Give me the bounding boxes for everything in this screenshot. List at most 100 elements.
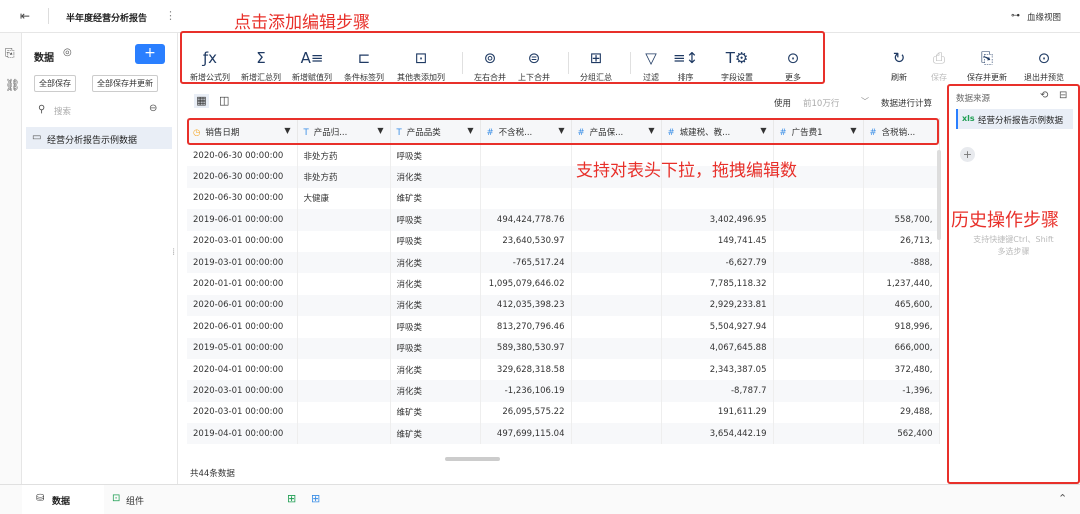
search-input[interactable]: 搜索 xyxy=(54,105,71,117)
table-cell[interactable] xyxy=(297,423,391,445)
lineage-view-link[interactable]: 血缘视图 xyxy=(1027,11,1061,23)
table-cell[interactable]: 2020-03-01 00:00:00 xyxy=(187,230,298,252)
table-cell[interactable]: 3,654,442.19 xyxy=(661,423,774,445)
table-cell[interactable]: 497,699,115.04 xyxy=(480,423,572,445)
table-cell[interactable]: 呼吸类 xyxy=(390,316,481,338)
table-cell[interactable]: 813,270,796.46 xyxy=(480,316,572,338)
table-cell[interactable]: 3,402,496.95 xyxy=(661,209,774,231)
table-cell[interactable] xyxy=(571,316,662,338)
table-cell[interactable]: 2,343,387.05 xyxy=(661,358,774,381)
table-cell[interactable] xyxy=(773,401,864,424)
collapse-up-icon[interactable]: ⌃ xyxy=(1058,492,1067,505)
table-cell[interactable]: 1,095,079,646.02 xyxy=(480,273,572,295)
table-cell[interactable]: 412,035,398.23 xyxy=(480,294,572,317)
table-cell[interactable]: 29,488, xyxy=(863,401,940,424)
table-cell[interactable]: 维矿类 xyxy=(390,401,481,424)
table-cell[interactable] xyxy=(773,209,864,231)
table-cell[interactable]: -888, xyxy=(863,251,940,274)
table-cell[interactable] xyxy=(773,380,864,402)
table-cell[interactable] xyxy=(773,273,864,295)
save-button[interactable]: ⎙ 保存 xyxy=(931,37,947,83)
table-cell[interactable] xyxy=(571,273,662,295)
table-cell[interactable] xyxy=(297,230,391,252)
table-cell[interactable]: 666,000, xyxy=(863,337,940,359)
layout-view-icon[interactable]: ◫ xyxy=(219,94,229,107)
table-cell[interactable]: 消化类 xyxy=(390,251,481,274)
lineage-icon[interactable]: ⊶ xyxy=(1011,11,1020,21)
table-cell[interactable] xyxy=(297,337,391,359)
table-cell[interactable]: 4,067,645.88 xyxy=(661,337,774,359)
table-cell[interactable] xyxy=(571,358,662,381)
data-table-icon[interactable]: ⎘ xyxy=(5,46,15,61)
table-cell[interactable] xyxy=(571,209,662,231)
table-cell[interactable]: 消化类 xyxy=(390,358,481,381)
table-cell[interactable] xyxy=(773,423,864,445)
table-cell[interactable]: 23,640,530.97 xyxy=(480,230,572,252)
table-cell[interactable]: 558,700, xyxy=(863,209,940,231)
table-cell[interactable] xyxy=(661,187,774,210)
dataset-item[interactable]: ▭ 经营分析报告示例数据 xyxy=(26,127,172,149)
table-cell[interactable]: 2019-04-01 00:00:00 xyxy=(187,423,298,445)
save-update-all-button[interactable]: 全部保存并更新 xyxy=(92,75,158,92)
table-cell[interactable]: 2020-03-01 00:00:00 xyxy=(187,380,298,402)
table-cell[interactable]: 2020-06-01 00:00:00 xyxy=(187,316,298,338)
table-cell[interactable]: 非处方药 xyxy=(297,145,391,167)
table-cell[interactable] xyxy=(297,294,391,317)
table-cell[interactable]: 非处方药 xyxy=(297,166,391,188)
table-cell[interactable] xyxy=(480,145,572,167)
table-cell[interactable]: 2020-06-30 00:00:00 xyxy=(187,187,298,210)
table-cell[interactable]: 维矿类 xyxy=(390,187,481,210)
table-cell[interactable] xyxy=(773,230,864,252)
table-cell[interactable]: 消化类 xyxy=(390,273,481,295)
table-cell[interactable] xyxy=(773,358,864,381)
table-cell[interactable]: 465,600, xyxy=(863,294,940,317)
table-cell[interactable]: 1,237,440, xyxy=(863,273,940,295)
table-cell[interactable]: -6,627.79 xyxy=(661,251,774,274)
table-cell[interactable] xyxy=(480,166,572,188)
table-cell[interactable]: 呼吸类 xyxy=(390,145,481,167)
add-component-icon[interactable]: ⊞ xyxy=(311,492,320,505)
table-cell[interactable] xyxy=(297,380,391,402)
table-cell[interactable]: 呼吸类 xyxy=(390,230,481,252)
grid-view-icon[interactable]: ▦ xyxy=(194,94,209,108)
horizontal-scrollbar[interactable] xyxy=(445,457,500,461)
table-cell[interactable]: 2019-06-01 00:00:00 xyxy=(187,209,298,231)
add-dashboard-icon[interactable]: ⊞ xyxy=(287,492,296,505)
table-cell[interactable]: -1,396, xyxy=(863,380,940,402)
tab-data[interactable]: ⛁ 数据 xyxy=(22,485,104,514)
table-cell[interactable]: 918,996, xyxy=(863,316,940,338)
table-cell[interactable]: 2020-01-01 00:00:00 xyxy=(187,273,298,295)
table-cell[interactable]: -1,236,106.19 xyxy=(480,380,572,402)
table-cell[interactable] xyxy=(773,337,864,359)
relation-icon[interactable]: ⛓ xyxy=(5,78,20,92)
table-cell[interactable]: 2020-06-30 00:00:00 xyxy=(187,166,298,188)
table-cell[interactable] xyxy=(571,294,662,317)
table-cell[interactable] xyxy=(571,401,662,424)
table-cell[interactable] xyxy=(571,230,662,252)
table-cell[interactable]: 维矿类 xyxy=(390,423,481,445)
table-cell[interactable] xyxy=(863,166,940,188)
table-cell[interactable]: 149,741.45 xyxy=(661,230,774,252)
save-all-button[interactable]: 全部保存 xyxy=(34,75,76,92)
table-cell[interactable]: 2019-03-01 00:00:00 xyxy=(187,251,298,274)
table-cell[interactable] xyxy=(480,187,572,210)
table-cell[interactable]: 562,400 xyxy=(863,423,940,445)
table-cell[interactable] xyxy=(571,423,662,445)
table-cell[interactable] xyxy=(863,187,940,210)
table-cell[interactable] xyxy=(571,187,662,210)
table-cell[interactable]: 191,611.29 xyxy=(661,401,774,424)
vertical-scrollbar[interactable] xyxy=(937,150,941,240)
table-cell[interactable]: 494,424,778.76 xyxy=(480,209,572,231)
rows-select[interactable]: 前10万行 xyxy=(803,97,839,109)
table-cell[interactable]: 589,380,530.97 xyxy=(480,337,572,359)
table-cell[interactable]: 2020-06-01 00:00:00 xyxy=(187,294,298,317)
table-cell[interactable] xyxy=(571,251,662,274)
table-cell[interactable]: 2,929,233.81 xyxy=(661,294,774,317)
tab-component[interactable]: 组件 xyxy=(126,494,144,507)
table-cell[interactable] xyxy=(773,187,864,210)
table-cell[interactable]: 372,480, xyxy=(863,358,940,381)
table-cell[interactable]: 消化类 xyxy=(390,294,481,317)
table-cell[interactable]: 26,713, xyxy=(863,230,940,252)
table-cell[interactable] xyxy=(773,316,864,338)
more-options-icon[interactable]: ⊖ xyxy=(149,103,157,114)
